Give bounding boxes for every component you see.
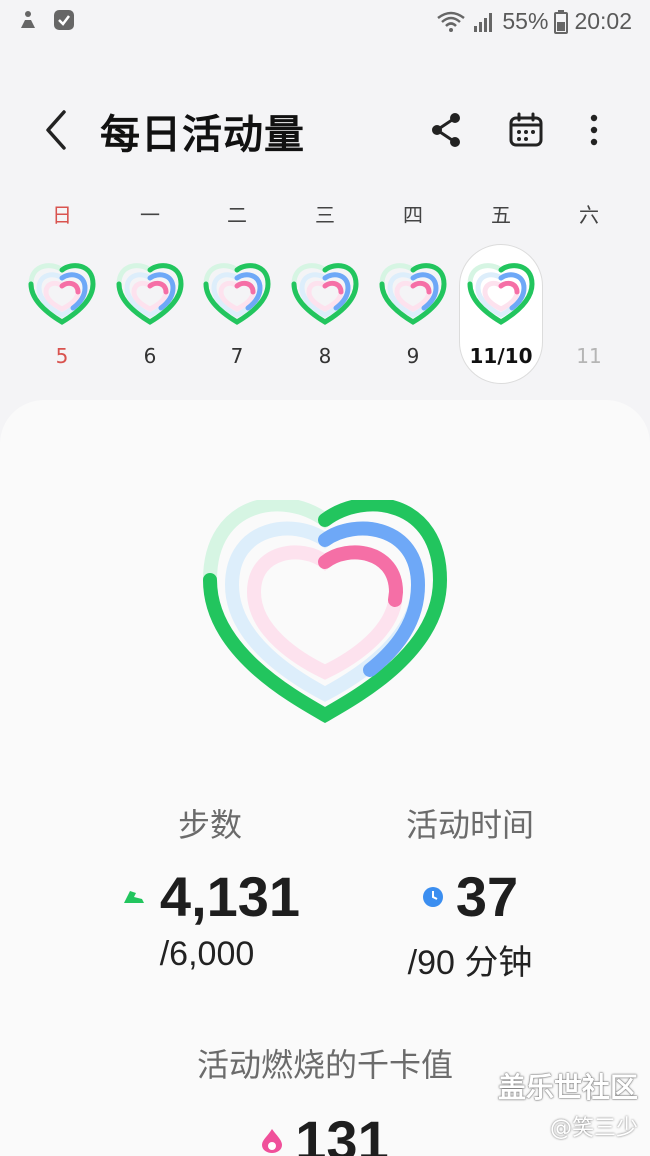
date-label: 9 bbox=[406, 344, 420, 368]
day-column[interactable]: 三8 bbox=[281, 200, 369, 368]
mini-activity-heart-icon bbox=[467, 263, 535, 325]
status-bar: 55% 20:02 bbox=[0, 0, 650, 46]
day-of-week-label: 一 bbox=[140, 203, 160, 227]
mini-activity-heart-icon bbox=[203, 263, 271, 325]
battery-icon bbox=[554, 9, 569, 34]
day-column: 六 11 bbox=[545, 200, 633, 368]
date-label: 6 bbox=[143, 344, 157, 368]
check-notification-icon bbox=[54, 10, 74, 30]
shoe-icon bbox=[123, 890, 144, 903]
date-label: 5 bbox=[55, 344, 69, 368]
calendar-icon[interactable] bbox=[506, 110, 546, 150]
activity-rings-heart bbox=[202, 500, 448, 724]
activity-card: 步数 4,131 /6,000 活动时间 37 /90 分钟 活动燃烧的千卡值 bbox=[0, 400, 650, 1156]
wifi-icon bbox=[437, 11, 466, 32]
calorie-ring-progress bbox=[318, 545, 404, 607]
page-title: 每日活动量 bbox=[100, 112, 305, 158]
signal-icon bbox=[474, 12, 493, 32]
active-time-value: 37 bbox=[455, 865, 519, 928]
active-time-label: 活动时间 bbox=[405, 806, 534, 844]
week-selector: 日 5 一 6 二 7 三 8 四 9 五 11/10 六 11 bbox=[0, 200, 650, 390]
active-time-stat[interactable]: 活动时间 37 /90 分钟 bbox=[320, 800, 620, 984]
watermark-author: @笑三少 bbox=[549, 1116, 638, 1141]
samsung-health-notification-icon bbox=[21, 11, 35, 28]
mini-activity-heart-icon bbox=[28, 263, 96, 325]
mini-activity-heart-icon bbox=[116, 263, 184, 325]
active-time-goal: /90 分钟 bbox=[407, 944, 533, 982]
date-label: 7 bbox=[230, 344, 244, 368]
calories-label: 活动燃烧的千卡值 bbox=[196, 1046, 453, 1084]
back-icon[interactable] bbox=[36, 106, 76, 154]
day-column[interactable]: 一6 bbox=[106, 200, 194, 368]
watermark: 盖乐世社区 @笑三少 bbox=[498, 1066, 638, 1142]
calories-value: 131 bbox=[295, 1109, 389, 1156]
steps-goal: /6,000 bbox=[159, 935, 255, 973]
calories-stat[interactable]: 活动燃烧的千卡值 131 bbox=[125, 1040, 525, 1156]
day-column[interactable]: 二7 bbox=[193, 200, 281, 368]
flame-icon bbox=[262, 1128, 283, 1153]
battery-percent: 55% bbox=[502, 8, 549, 34]
clock-icon bbox=[422, 886, 443, 907]
more-options-icon[interactable] bbox=[574, 110, 614, 150]
day-of-week-label: 日 bbox=[52, 203, 72, 227]
steps-stat[interactable]: 步数 4,131 /6,000 bbox=[60, 800, 360, 974]
day-column[interactable]: 日5 bbox=[18, 200, 106, 368]
day-of-week-label: 五 bbox=[491, 203, 511, 227]
date-label: 11 bbox=[576, 344, 602, 368]
day-of-week-label: 二 bbox=[227, 203, 247, 227]
watermark-site: 盖乐世社区 bbox=[497, 1071, 638, 1104]
mini-activity-heart-icon bbox=[291, 263, 359, 325]
app-header: 每日活动量 bbox=[0, 92, 650, 172]
mini-activity-heart-icon bbox=[379, 263, 447, 325]
day-of-week-label: 三 bbox=[315, 203, 335, 227]
day-of-week-label: 六 bbox=[579, 203, 599, 227]
steps-label: 步数 bbox=[177, 806, 242, 844]
date-label: 8 bbox=[318, 344, 332, 368]
day-of-week-label: 四 bbox=[403, 203, 423, 227]
share-icon[interactable] bbox=[426, 110, 466, 150]
day-column[interactable]: 四9 bbox=[369, 200, 457, 368]
clock-time: 20:02 bbox=[574, 8, 632, 34]
steps-value: 4,131 bbox=[159, 865, 301, 928]
selected-date-label: 11/10 bbox=[469, 344, 533, 368]
day-column[interactable]: 五 11/10 bbox=[457, 200, 545, 368]
